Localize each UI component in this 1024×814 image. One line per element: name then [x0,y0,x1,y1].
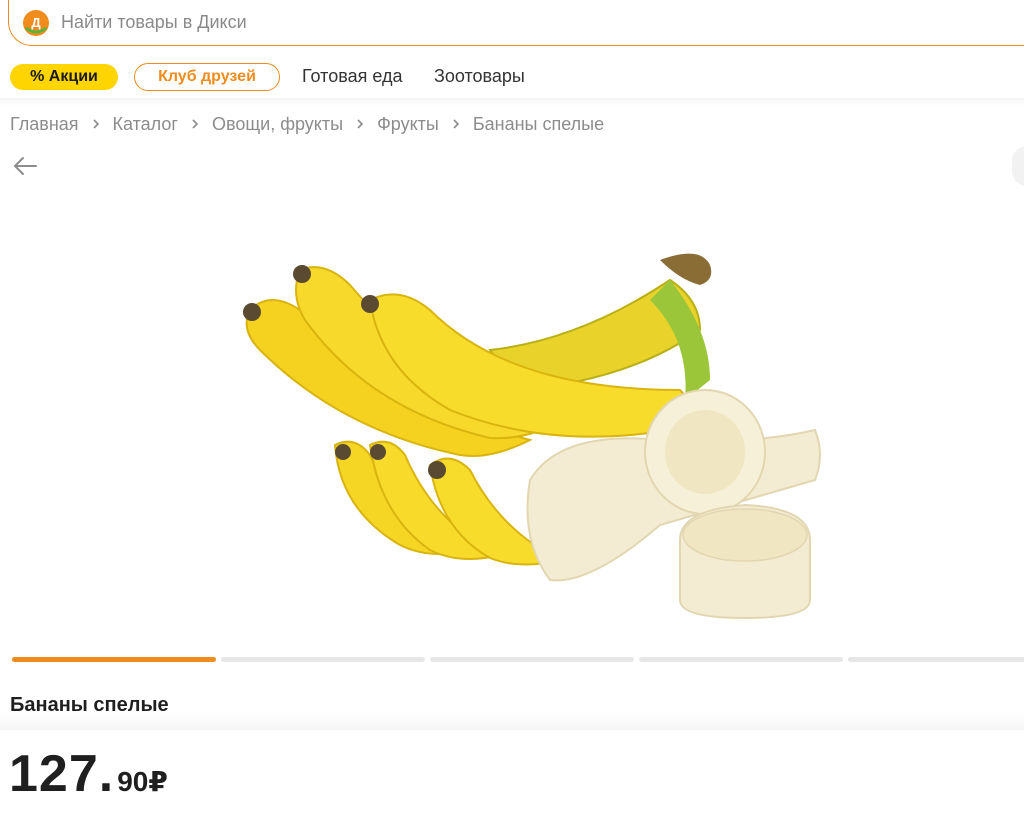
bananas-icon [243,253,821,620]
price-currency: ₽ [148,766,168,797]
price-integer: 127 [9,745,99,803]
gallery-dot-1[interactable] [12,657,216,662]
chevron-right-icon [453,119,459,129]
breadcrumb-item-home[interactable]: Главная [10,114,79,135]
gallery-dot-5[interactable] [848,657,1024,662]
price-fraction: 90 [117,766,149,797]
gallery-dot-3[interactable] [430,657,634,662]
category-nav: % Акции Клуб друзей Готовая еда Зоотовар… [0,60,1024,94]
price-dot: . [98,745,114,803]
chevron-right-icon [92,119,99,129]
promo-chip[interactable]: % Акции [10,64,118,90]
product-image [243,253,821,620]
nav-link-ready-food[interactable]: Готовая еда [302,66,402,87]
nav-divider [0,98,1024,106]
chevron-right-icon [357,119,364,129]
chevron-right-icon [192,119,199,129]
back-arrow-icon[interactable] [12,154,38,178]
dixy-logo-icon: Д [23,10,49,36]
breadcrumb-item-current: Бананы спелые [472,113,605,134]
gallery-dot-4[interactable] [639,657,843,662]
gallery-indicator [12,657,1024,662]
gallery-dot-2[interactable] [221,657,425,662]
nav-link-pet-goods[interactable]: Зоотовары [434,66,525,87]
club-chip[interactable]: Клуб друзей [134,63,280,91]
svg-text:Д: Д [31,15,41,30]
gallery-next-button[interactable] [1012,146,1024,186]
breadcrumb: Главная Каталог Овощи, фрукты Фрукты Бан… [10,112,604,136]
product-price: 127 . 90 ₽ [9,744,168,804]
breadcrumb-item-vegetables-fruits[interactable]: Овощи, фрукты [212,114,343,135]
breadcrumb-item-catalog[interactable]: Каталог [113,114,178,135]
search-bar[interactable]: Д [8,0,1024,46]
search-input[interactable] [61,10,761,34]
breadcrumb-item-fruits[interactable]: Фрукты [377,114,439,135]
product-title: Бананы спелые [10,694,169,716]
